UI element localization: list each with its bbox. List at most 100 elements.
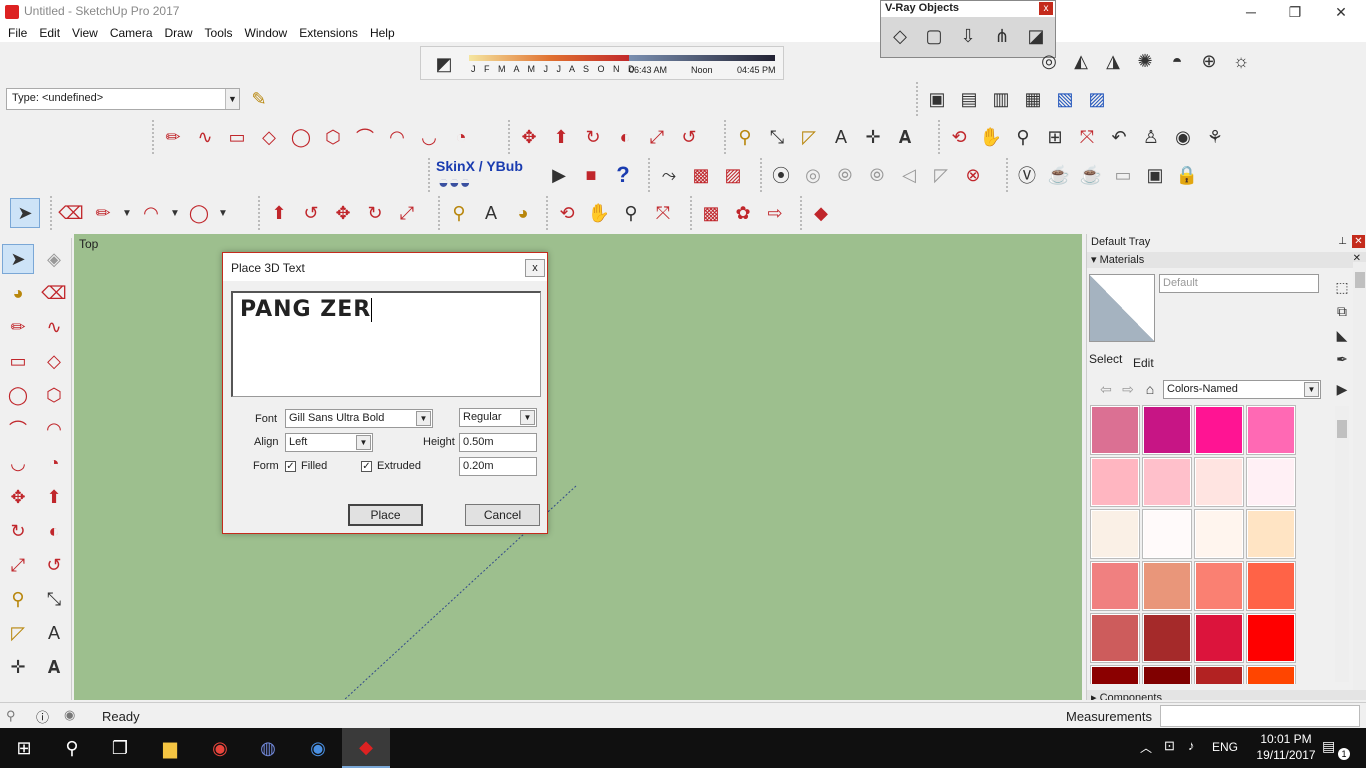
hidden-line-icon[interactable]: ▥ bbox=[986, 84, 1016, 114]
text-input-area[interactable]: PANG ZER bbox=[231, 291, 541, 397]
left-tape-icon[interactable]: ⚲ bbox=[2, 584, 34, 614]
pie-icon[interactable]: ◔ bbox=[446, 122, 476, 152]
left-component-icon[interactable]: ◈ bbox=[38, 244, 70, 274]
left-rotated-rect-icon[interactable]: ◇ bbox=[38, 346, 70, 376]
left-offset-icon[interactable]: ↺ bbox=[38, 550, 70, 580]
arc-icon[interactable]: ⌒ bbox=[350, 122, 380, 152]
share-model-icon[interactable]: ⇨ bbox=[760, 198, 790, 228]
arc-tool-icon[interactable]: ◠ bbox=[136, 198, 166, 228]
pan-icon[interactable]: ✋ bbox=[976, 122, 1006, 152]
color-swatch[interactable] bbox=[1090, 561, 1140, 611]
scrollbar-thumb[interactable] bbox=[1337, 420, 1347, 438]
3d-text-icon[interactable]: 𝐀 bbox=[890, 122, 920, 152]
freehand-icon[interactable]: ∿ bbox=[190, 122, 220, 152]
rotate-tool-icon[interactable]: ↻ bbox=[360, 198, 390, 228]
vray-logo-icon[interactable]: Ⓥ bbox=[1012, 160, 1042, 190]
task-view-icon[interactable]: ❐ bbox=[96, 728, 144, 768]
color-swatch[interactable] bbox=[1246, 405, 1296, 455]
components-header[interactable]: ▸ Components bbox=[1087, 690, 1366, 700]
pencil-icon[interactable]: ✏ bbox=[158, 122, 188, 152]
volume-icon[interactable]: ♪ bbox=[1188, 738, 1195, 753]
windows-start-icon[interactable]: ⊞ bbox=[0, 728, 48, 768]
sphere-icon[interactable]: ◎ bbox=[1034, 46, 1064, 76]
camera-look-icon[interactable]: ◎ bbox=[798, 160, 828, 190]
shape-dropdown-icon[interactable]: ▼ bbox=[216, 198, 230, 228]
color-swatch[interactable] bbox=[1194, 613, 1244, 663]
chevron-down-icon[interactable]: ▼ bbox=[225, 89, 239, 109]
move-icon[interactable]: ✥ bbox=[514, 122, 544, 152]
line-icon[interactable]: ✏ bbox=[88, 198, 118, 228]
chrome-icon[interactable]: ◉ bbox=[196, 728, 244, 768]
shadow-toggle-icon[interactable]: ◩ bbox=[429, 49, 459, 79]
drape-icon[interactable]: ▨ bbox=[718, 160, 748, 190]
tray-close-icon[interactable]: ✕ bbox=[1352, 235, 1365, 248]
place-button[interactable]: Place bbox=[348, 504, 423, 526]
protractor-icon[interactable]: ◸ bbox=[794, 122, 824, 152]
color-swatch[interactable] bbox=[1246, 561, 1296, 611]
left-line-icon[interactable]: ✏ bbox=[2, 312, 34, 342]
axes-icon[interactable]: ✛ bbox=[858, 122, 888, 152]
tab-select[interactable]: Select bbox=[1089, 352, 1122, 366]
color-swatch[interactable] bbox=[1142, 405, 1192, 455]
language-indicator[interactable]: ENG bbox=[1212, 740, 1238, 754]
zoom-extents-tool-icon[interactable]: ⤧ bbox=[648, 198, 678, 228]
search-icon[interactable]: ⚲ bbox=[48, 728, 96, 768]
menu-draw[interactable]: Draw bbox=[159, 24, 199, 42]
vray-proxy-icon[interactable]: ▢ bbox=[919, 21, 949, 51]
orbit-tool-icon[interactable]: ⟲ bbox=[552, 198, 582, 228]
left-dimension-icon[interactable]: ⤡ bbox=[38, 584, 70, 614]
color-swatch[interactable] bbox=[1090, 509, 1140, 559]
camera-icon[interactable]: ⦿ bbox=[766, 160, 796, 190]
follow-me-icon[interactable]: ◐ bbox=[610, 122, 640, 152]
teapot-icon[interactable]: ☕ bbox=[1044, 160, 1074, 190]
color-swatch[interactable] bbox=[1142, 613, 1192, 663]
color-swatch[interactable] bbox=[1090, 613, 1140, 663]
vray-plane-icon[interactable]: ◇ bbox=[885, 21, 915, 51]
menu-extensions[interactable]: Extensions bbox=[293, 24, 364, 42]
color-swatch[interactable] bbox=[1090, 457, 1140, 507]
left-paint-icon[interactable]: ◕ bbox=[2, 278, 34, 308]
menu-help[interactable]: Help bbox=[364, 24, 401, 42]
menu-edit[interactable]: Edit bbox=[33, 24, 66, 42]
rectangle-icon[interactable]: ▭ bbox=[222, 122, 252, 152]
show-hidden-icons[interactable]: ︿ bbox=[1140, 739, 1152, 756]
shaded-icon[interactable]: ▦ bbox=[1018, 84, 1048, 114]
camera-frustum-icon[interactable]: ◁ bbox=[894, 160, 924, 190]
play-icon[interactable]: ▶ bbox=[544, 160, 574, 190]
color-swatch[interactable] bbox=[1246, 509, 1296, 559]
color-swatch[interactable] bbox=[1246, 665, 1296, 684]
chrome-canary-icon[interactable]: ◉ bbox=[294, 728, 342, 768]
materials-header[interactable]: ▾ Materials ✕ bbox=[1087, 252, 1366, 268]
stop-icon[interactable]: ■ bbox=[576, 160, 606, 190]
menu-window[interactable]: Window bbox=[239, 24, 294, 42]
scale-icon[interactable]: ⤢ bbox=[642, 122, 672, 152]
ruby-icon[interactable]: ◆ bbox=[806, 198, 836, 228]
spot-light-icon[interactable]: ◭ bbox=[1066, 46, 1096, 76]
left-scale-icon[interactable]: ⤢ bbox=[2, 550, 34, 580]
walk-icon[interactable]: ⚘ bbox=[1200, 122, 1230, 152]
text-tool-icon[interactable]: A bbox=[476, 198, 506, 228]
measurements-input[interactable] bbox=[1160, 705, 1360, 727]
material-name-input[interactable]: Default bbox=[1159, 274, 1319, 293]
left-rectangle-icon[interactable]: ▭ bbox=[2, 346, 34, 376]
eraser-icon[interactable]: ⌫ bbox=[56, 198, 86, 228]
color-swatch[interactable] bbox=[1194, 457, 1244, 507]
previous-view-icon[interactable]: ↶ bbox=[1104, 122, 1134, 152]
left-text-icon[interactable]: A bbox=[38, 618, 70, 648]
color-swatch[interactable] bbox=[1194, 405, 1244, 455]
menu-tools[interactable]: Tools bbox=[199, 24, 239, 42]
smoove-icon[interactable]: ⤳ bbox=[654, 160, 684, 190]
zoom-tool-icon[interactable]: ⚲ bbox=[616, 198, 646, 228]
3d-warehouse-icon[interactable]: ▩ bbox=[696, 198, 726, 228]
align-select[interactable]: Left ▼ bbox=[285, 433, 373, 452]
dimension-icon[interactable]: ⤡ bbox=[762, 122, 792, 152]
circle-icon[interactable]: ◯ bbox=[286, 122, 316, 152]
offset-tool-icon[interactable]: ↺ bbox=[296, 198, 326, 228]
minimize-button[interactable]: ─ bbox=[1228, 2, 1274, 22]
left-eraser-icon[interactable]: ⌫ bbox=[38, 278, 70, 308]
tray-scrollbar-thumb[interactable] bbox=[1355, 272, 1365, 288]
info-icon[interactable]: ⓘ bbox=[36, 707, 49, 726]
line-dropdown-icon[interactable]: ▼ bbox=[120, 198, 134, 228]
text-icon[interactable]: A bbox=[826, 122, 856, 152]
help-icon[interactable]: ? bbox=[608, 160, 638, 190]
